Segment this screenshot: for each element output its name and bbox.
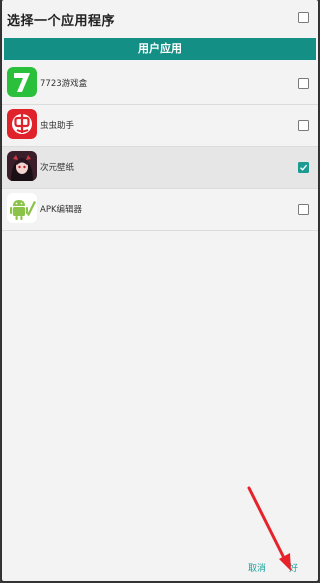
7723-game-box-icon [7,67,37,97]
app-row-7723[interactable]: 7723游戏盒 [2,63,318,105]
app-checkbox-checked[interactable] [298,162,309,173]
app-name: 虫虫助手 [40,121,75,131]
app-checkbox[interactable] [298,120,309,131]
android-apk-editor-icon [7,193,37,223]
app-name: 次元壁纸 [40,163,75,173]
app-name: 7723游戏盒 [40,79,88,89]
app-row-chongchong[interactable]: 虫虫助手 [2,105,318,147]
anime-wallpaper-icon [7,151,37,181]
chongchong-helper-icon [7,109,37,139]
app-list: 7723游戏盒 虫虫助手 次元壁纸 APK编辑器 [2,63,318,231]
dialog-title: 选择一个应用程序 [7,14,116,29]
section-header-user-apps: 用户应用 [4,38,316,60]
app-checkbox[interactable] [298,78,309,89]
select-all-checkbox[interactable] [298,12,309,23]
app-checkbox[interactable] [298,204,309,215]
checkmark-icon [300,164,308,171]
cancel-button[interactable]: 取消 [248,561,266,574]
app-row-apk-editor[interactable]: APK编辑器 [2,189,318,231]
app-picker-dialog: 选择一个应用程序 用户应用 7723游戏盒 虫虫助手 次元壁纸 APK编辑器 取… [2,0,318,581]
app-name: APK编辑器 [40,205,83,215]
ok-button[interactable]: 好 [289,561,298,574]
dialog-title-row: 选择一个应用程序 [2,0,318,38]
app-row-anime-wallpaper[interactable]: 次元壁纸 [2,147,318,189]
